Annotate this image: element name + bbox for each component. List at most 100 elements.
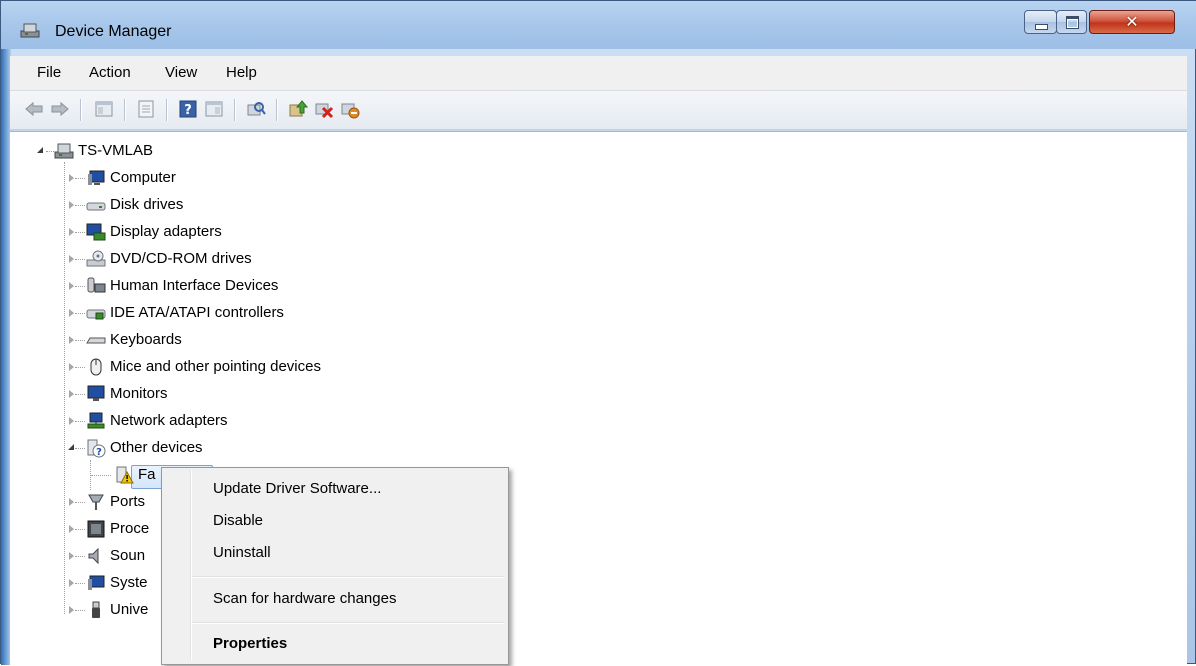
tree-item-keyboards[interactable]: Keyboards — [10, 327, 410, 353]
tree-label: Other devices — [110, 439, 203, 456]
back-arrow-icon[interactable] — [24, 99, 44, 119]
tree-item-usb[interactable]: Unive — [10, 597, 170, 623]
tree-item-dvd-cd-rom[interactable]: DVD/CD-ROM drives — [10, 246, 410, 272]
expand-arrow-icon[interactable] — [69, 417, 74, 425]
expand-arrow-icon[interactable] — [69, 201, 74, 209]
expand-arrow-icon[interactable] — [69, 498, 74, 506]
expand-arrow-icon[interactable] — [69, 390, 74, 398]
tree-item-monitors[interactable]: Monitors — [10, 381, 410, 407]
collapse-arrow-icon[interactable] — [68, 444, 74, 450]
menu-view[interactable]: View — [165, 64, 197, 81]
menu-properties[interactable]: Properties — [213, 635, 287, 652]
expand-arrow-icon[interactable] — [69, 336, 74, 344]
speaker-icon — [88, 547, 99, 565]
expand-arrow-icon[interactable] — [69, 255, 74, 263]
action-pane-icon[interactable] — [204, 99, 224, 119]
tree-item-network-adapters[interactable]: Network adapters — [10, 408, 410, 434]
expand-arrow-icon[interactable] — [69, 174, 74, 182]
computer-root-icon — [54, 143, 74, 159]
tree-label: Proce — [110, 520, 150, 537]
toolbar: ? — [10, 91, 1187, 130]
expand-arrow-icon[interactable] — [69, 606, 74, 614]
device-manager-icon — [20, 23, 40, 38]
hid-icon — [87, 277, 106, 293]
menu-update-driver[interactable]: Update Driver Software... — [213, 480, 381, 497]
expand-arrow-icon[interactable] — [69, 363, 74, 371]
tree-label: Mice and other pointing devices — [110, 358, 321, 375]
tree-label: Computer — [110, 169, 176, 186]
unknown-device-icon: ? — [87, 439, 106, 458]
monitor-icon — [87, 385, 105, 401]
expand-arrow-icon[interactable] — [69, 579, 74, 587]
tree-label: Fa — [138, 466, 156, 483]
svg-text:?: ? — [184, 103, 192, 118]
properties-icon[interactable] — [136, 99, 156, 119]
tree-label: IDE ATA/ATAPI controllers — [110, 304, 284, 321]
disable-icon[interactable] — [340, 99, 360, 119]
network-adapter-icon — [87, 412, 105, 429]
tree-item-mice[interactable]: Mice and other pointing devices — [10, 354, 430, 380]
expand-arrow-icon[interactable] — [69, 552, 74, 560]
mouse-icon — [90, 358, 102, 376]
menu-uninstall[interactable]: Uninstall — [213, 544, 271, 561]
tree-item-system[interactable]: Syste — [10, 570, 170, 596]
window-title: Device Manager — [55, 23, 172, 40]
help-icon[interactable]: ? — [178, 99, 198, 119]
tree-item-display-adapters[interactable]: Display adapters — [10, 219, 410, 245]
menu-bar: File Action View Help — [10, 56, 1187, 91]
scan-hardware-icon[interactable] — [246, 99, 266, 119]
menu-help[interactable]: Help — [226, 64, 257, 81]
menu-disable[interactable]: Disable — [213, 512, 263, 529]
tree-label: Display adapters — [110, 223, 222, 240]
tree-label: Keyboards — [110, 331, 182, 348]
tree-label: Ports — [110, 493, 146, 510]
port-icon — [88, 494, 104, 510]
keyboard-icon — [86, 337, 106, 344]
title-bar[interactable]: Device Manager ✕ — [1, 1, 1196, 49]
tree-item-computer[interactable]: Computer — [10, 165, 410, 191]
menu-file[interactable]: File — [37, 64, 61, 81]
tree-label: DVD/CD-ROM drives — [110, 250, 252, 267]
device-manager-window: Device Manager ✕ File Action View Help ?… — [0, 0, 1196, 666]
tree-item-disk-drives[interactable]: Disk drives — [10, 192, 410, 218]
svg-text:?: ? — [96, 447, 102, 458]
close-icon: ✕ — [1125, 12, 1139, 31]
tree-label: Network adapters — [110, 412, 228, 429]
close-button[interactable]: ✕ — [1089, 10, 1175, 34]
tree-root[interactable]: TS-VMLAB — [10, 138, 310, 164]
expand-arrow-icon[interactable] — [69, 309, 74, 317]
processor-icon — [87, 520, 105, 538]
root-label: TS-VMLAB — [78, 142, 154, 159]
update-driver-icon[interactable] — [288, 99, 308, 119]
show-hide-console-tree-icon[interactable] — [94, 99, 114, 119]
tree-label: Disk drives — [110, 196, 184, 213]
tree-item-processors[interactable]: Proce — [10, 516, 170, 542]
tree-label: Monitors — [110, 385, 168, 402]
maximize-button[interactable] — [1056, 10, 1087, 34]
minimize-button[interactable] — [1024, 10, 1057, 34]
tree-item-hid[interactable]: Human Interface Devices — [10, 273, 410, 299]
collapse-arrow-icon[interactable] — [37, 147, 43, 153]
menu-separator — [192, 622, 504, 623]
menu-separator — [192, 576, 504, 577]
tree-item-other-devices[interactable]: ? Other devices — [10, 435, 410, 461]
forward-arrow-icon[interactable] — [50, 99, 70, 119]
tree-label: Soun — [110, 547, 146, 564]
display-adapter-icon — [86, 223, 106, 241]
tree-item-ports[interactable]: Ports — [10, 489, 170, 515]
usb-icon — [92, 601, 100, 618]
tree-label: Human Interface Devices — [110, 277, 279, 294]
dvd-drive-icon — [86, 250, 106, 267]
tree-label: Syste — [110, 574, 148, 591]
menu-action[interactable]: Action — [89, 64, 131, 81]
tree-item-sound[interactable]: Soun — [10, 543, 170, 569]
menu-scan-hardware[interactable]: Scan for hardware changes — [213, 590, 396, 607]
ide-controller-icon — [86, 309, 106, 320]
expand-arrow-icon[interactable] — [69, 228, 74, 236]
expand-arrow-icon[interactable] — [69, 525, 74, 533]
tree-item-ide-ata[interactable]: IDE ATA/ATAPI controllers — [10, 300, 410, 326]
uninstall-icon[interactable] — [314, 99, 334, 119]
warning-device-icon — [116, 466, 134, 484]
computer-icon — [88, 170, 105, 185]
expand-arrow-icon[interactable] — [69, 282, 74, 290]
